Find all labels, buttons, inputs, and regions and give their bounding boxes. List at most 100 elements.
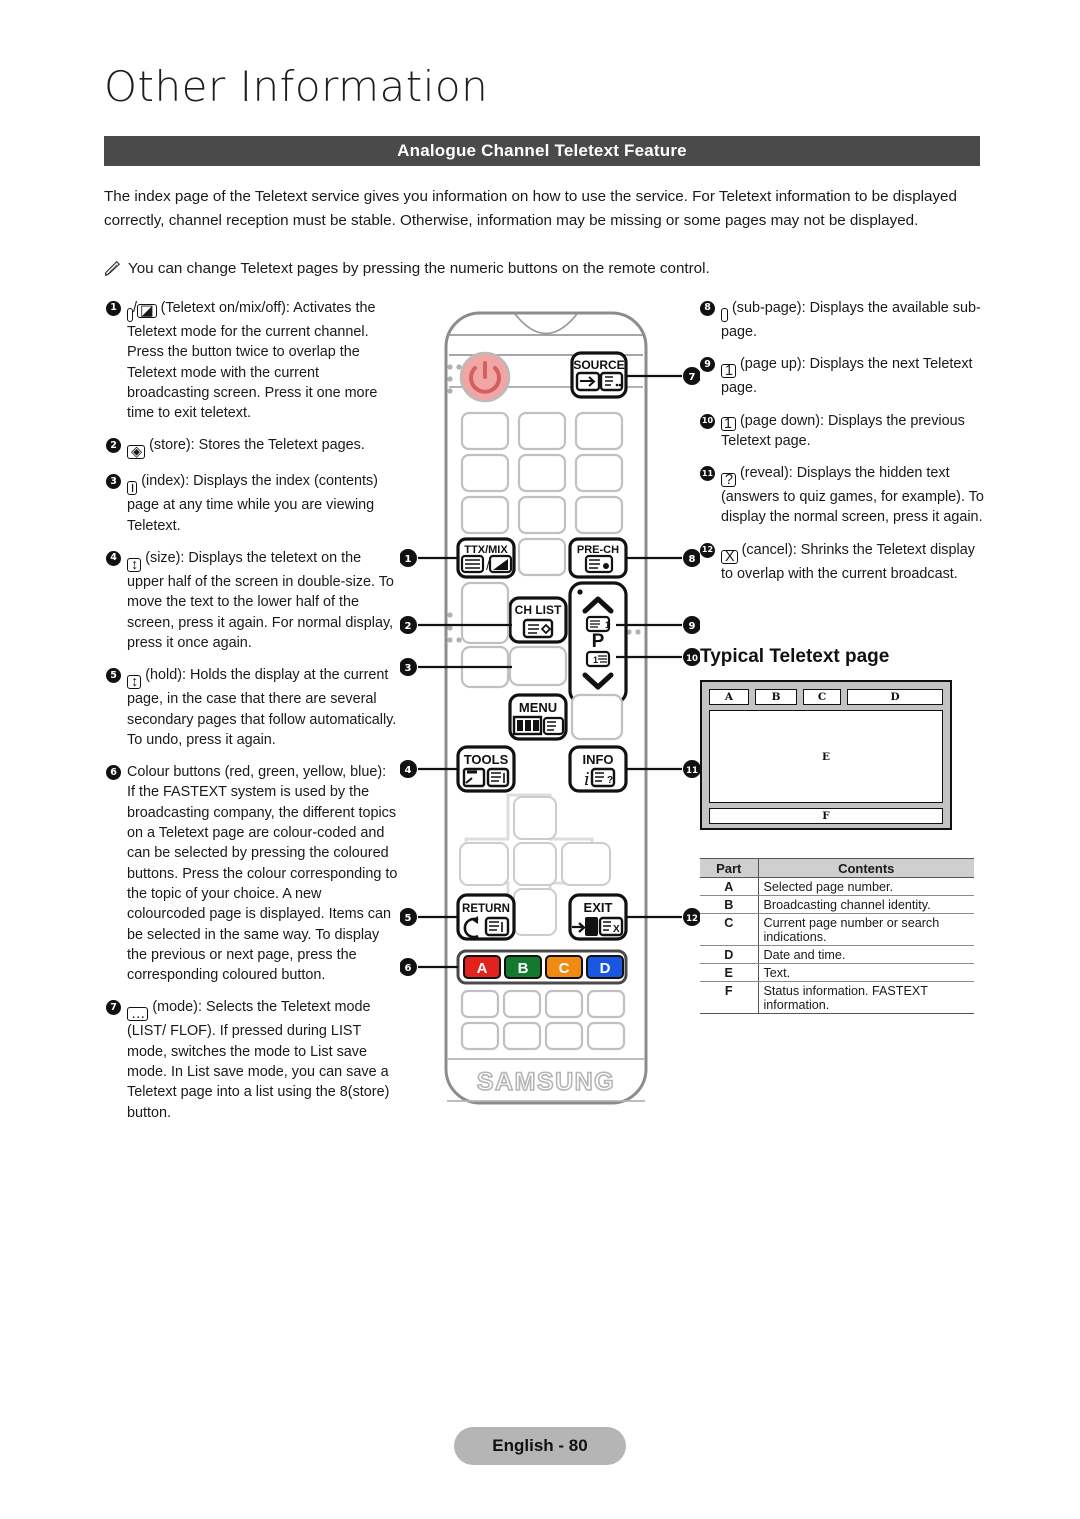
callout-bullet: 1 [106, 301, 121, 316]
svg-text:1: 1 [605, 620, 610, 630]
item-body: ↕ (size): Displays the teletext on the u… [127, 548, 398, 653]
page-down-icon: 1 [721, 416, 737, 432]
section-header-label: Analogue Channel Teletext Feature [397, 141, 687, 160]
svg-text:11: 11 [686, 766, 698, 776]
svg-text:4: 4 [405, 765, 412, 776]
diagram-region-d: D [847, 689, 943, 705]
cancel-icon: X [721, 549, 738, 565]
callout-bullets-right: 7 8 9 10 11 12 [683, 367, 700, 926]
item-body: … (mode): Selects the Teletext mode (LIS… [127, 997, 398, 1122]
colour-button-d: D [586, 955, 624, 979]
item-body: i (index): Displays the index (contents)… [127, 471, 398, 536]
cell-contents: Selected page number. [758, 877, 974, 896]
callout-bullet: 9 [700, 357, 715, 373]
svg-text:B: B [518, 960, 529, 977]
list-item: 10 1 (page down): Displays the previous … [700, 411, 985, 452]
callout-bullet: 10 [700, 413, 715, 429]
svg-text:i: i [584, 769, 590, 790]
hold-icon: ↕ [127, 674, 142, 690]
svg-text:1: 1 [593, 655, 598, 665]
intro-paragraph: The index page of the Teletext service g… [104, 188, 957, 229]
return-button: RETURN [456, 893, 516, 941]
channel-rocker: 1 P 1 [568, 581, 628, 705]
item-body: (sub-page): Displays the available sub-p… [721, 298, 985, 342]
svg-text:D: D [600, 960, 611, 977]
item-body: ◈ (store): Stores the Teletext pages. [127, 435, 398, 460]
diagram-top-row: A B C D [709, 689, 943, 705]
cell-part: C [700, 913, 759, 946]
diagram-region-c: C [803, 689, 841, 705]
pre-ch-button: PRE-CH [568, 537, 628, 579]
blank-key-right-menu [570, 693, 624, 741]
manual-page: Other Information Analogue Channel Telet… [0, 0, 1080, 1519]
cell-contents: Date and time. [758, 945, 974, 964]
cell-contents: Broadcasting channel identity. [758, 895, 974, 914]
teletext-on-mix-off-icon [127, 308, 133, 322]
power-button [459, 351, 511, 403]
column-header-contents: Contents [758, 858, 974, 878]
svg-text:C: C [559, 960, 570, 977]
diagram-region-f: F [709, 808, 943, 824]
svg-text:10: 10 [686, 654, 698, 664]
item-label: (Teletext on/mix/off): Activates the Tel… [127, 300, 378, 422]
item-body: X (cancel): Shrinks the Teletext display… [721, 540, 985, 584]
cell-part: D [700, 945, 759, 964]
pencil-icon [105, 260, 121, 277]
cell-contents: Text. [758, 963, 974, 982]
callout-bullet: 6 [106, 765, 121, 781]
list-item: 9 1 (page up): Displays the next Teletex… [700, 354, 985, 398]
svg-text:RETURN: RETURN [462, 903, 510, 915]
diagram-region-b: B [755, 689, 797, 705]
ch-list-button: CH LIST [508, 596, 568, 644]
item-label: (size): Displays the teletext on the upp… [127, 550, 394, 651]
item-body: Colour buttons (red, green, yellow, blue… [127, 762, 398, 985]
parts-contents-table: Part Contents A Selected page number. B … [700, 858, 974, 1014]
table-row: E Text. [700, 963, 974, 982]
item-label: (store): Stores the Teletext pages. [149, 437, 365, 454]
svg-text:SOURCE: SOURCE [573, 358, 624, 372]
page-up-icon: 1 [721, 363, 737, 379]
item-body: ↕ (hold): Holds the display at the curre… [127, 665, 398, 750]
typical-teletext-page-heading: Typical Teletext page [700, 646, 890, 667]
svg-text:INFO: INFO [582, 752, 613, 767]
list-item: 12 X (cancel): Shrinks the Teletext disp… [700, 540, 985, 584]
note-text: You can change Teletext pages by pressin… [128, 260, 710, 277]
item-label: Colour buttons (red, green, yellow, blue… [127, 764, 398, 984]
callout-bullets-left: 1 2 3 4 5 6 [400, 549, 417, 976]
cell-part: E [700, 963, 759, 982]
list-item: 11 ? (reveal): Displays the hidden text … [700, 463, 985, 528]
size-icon: ↕ [127, 557, 142, 573]
page-title: Other Information [104, 62, 489, 111]
list-item: 6 Colour buttons (red, green, yellow, bl… [106, 762, 398, 985]
ttx-mix-button: TTX/MIX / [456, 537, 516, 579]
tools-button: TOOLS [456, 745, 516, 793]
right-description-column: 8 (sub-page): Displays the available sub… [700, 298, 985, 596]
table-row: F Status information. FASTEXT informatio… [700, 981, 974, 1014]
section-header-bar: Analogue Channel Teletext Feature [104, 136, 980, 166]
svg-text:6: 6 [405, 963, 412, 974]
item-body: 1 (page up): Displays the next Teletext … [721, 354, 985, 398]
item-label: (mode): Selects the Teletext mode (LIST/… [127, 999, 390, 1121]
callout-bullet: 7 [106, 1000, 121, 1016]
sub-page-icon [721, 308, 728, 322]
samsung-brand-logo: SAMSUNG [477, 1068, 615, 1096]
svg-text:TOOLS: TOOLS [464, 752, 509, 767]
svg-text:1: 1 [405, 554, 412, 565]
item-label: (page down): Displays the previous Telet… [721, 412, 965, 449]
source-button: SOURCE [570, 351, 628, 399]
callout-bullet: 3 [106, 474, 121, 490]
list-item: 7 … (mode): Selects the Teletext mode (L… [106, 997, 398, 1122]
left-description-column: 1 /◪ (Teletext on/mix/off): Activates th… [106, 298, 398, 1135]
svg-text:PRE-CH: PRE-CH [577, 544, 619, 556]
item-body: ? (reveal): Displays the hidden text (an… [721, 463, 985, 528]
svg-text:TTX/MIX: TTX/MIX [464, 544, 508, 556]
cell-part: F [700, 981, 759, 1014]
item-label: (page up): Displays the next Teletext pa… [721, 356, 973, 397]
menu-button: MENU [508, 693, 568, 741]
table-row: D Date and time. [700, 945, 974, 964]
svg-text:A: A [477, 960, 488, 977]
remote-control-illustration: SOURCE TTX/MIX / PRE-CH 1 P 1 CH LIST ME… [400, 295, 700, 1125]
colour-button-a: A [463, 955, 501, 979]
svg-text:7: 7 [689, 372, 696, 383]
svg-text:P: P [592, 631, 605, 652]
